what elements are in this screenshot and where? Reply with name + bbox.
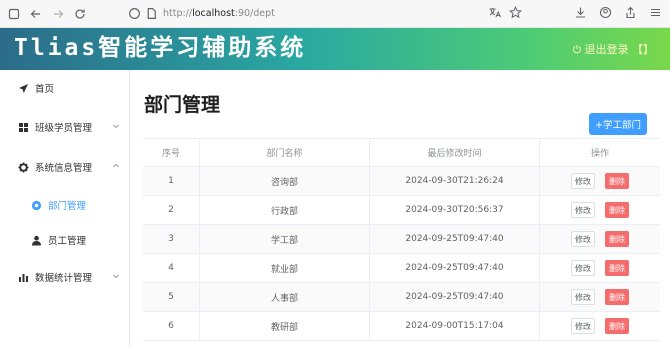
row-index: 3 bbox=[168, 234, 174, 244]
settings-circle-icon bbox=[30, 199, 42, 211]
row-department-name: 人事部 bbox=[199, 283, 369, 311]
column-header-name: 部门名称 bbox=[199, 139, 369, 166]
column-header-actions: 操作 bbox=[539, 139, 660, 166]
sidebar: 首页 班级学员管理 系统信息管理 部门管理 员工管理 数据统计管理 bbox=[0, 70, 130, 347]
url-path: :90/dept bbox=[234, 8, 275, 19]
row-updated-time: 2024-09-25T09:47:40 bbox=[369, 254, 539, 282]
row-index: 6 bbox=[168, 321, 174, 331]
address-bar[interactable]: http://localhost:90/dept bbox=[128, 4, 528, 23]
page-icon bbox=[145, 7, 158, 20]
forward-icon[interactable] bbox=[50, 6, 66, 22]
row-updated-time: 2024-09-30T21:26:24 bbox=[369, 167, 539, 195]
sidebar-item-label: 部门管理 bbox=[48, 201, 87, 212]
grid-icon bbox=[17, 121, 29, 133]
sidebar-item-home[interactable]: 首页 bbox=[0, 76, 130, 100]
send-icon bbox=[17, 82, 29, 94]
delete-button[interactable]: 删除 bbox=[605, 202, 629, 218]
delete-button[interactable]: 删除 bbox=[605, 318, 629, 334]
row-index: 4 bbox=[168, 263, 174, 273]
account-icon[interactable] bbox=[599, 6, 612, 19]
translate-icon[interactable] bbox=[488, 6, 501, 19]
app-title: Tlias智能学习辅助系统 bbox=[14, 35, 307, 61]
row-department-name: 咨询部 bbox=[199, 167, 369, 195]
sidebar-item-label: 班级学员管理 bbox=[35, 123, 93, 134]
edit-button[interactable]: 修改 bbox=[571, 231, 595, 247]
row-updated-time: 2024-09-25T09:47:40 bbox=[369, 225, 539, 253]
sidebar-item-system-info[interactable]: 系统信息管理 bbox=[0, 155, 130, 179]
sidebar-item-data-stats[interactable]: 数据统计管理 bbox=[0, 265, 130, 289]
reload-icon[interactable] bbox=[72, 6, 88, 22]
row-actions: 修改 删除 bbox=[539, 225, 660, 253]
row-actions: 修改 删除 bbox=[539, 283, 660, 311]
table-header-row: 序号 部门名称 最后修改时间 操作 bbox=[143, 139, 660, 167]
chevron-up-icon bbox=[113, 163, 119, 168]
row-updated-time: 2024-09-00T15:17:04 bbox=[369, 312, 539, 340]
url-host: localhost bbox=[192, 8, 235, 19]
row-actions: 修改 删除 bbox=[539, 167, 660, 195]
browser-toolbar: http://localhost:90/dept bbox=[0, 0, 670, 28]
bookmark-star-icon[interactable] bbox=[509, 6, 522, 19]
main-content: 部门管理 +学工部门 序号 部门名称 最后修改时间 操作 1 咨询部 2024-… bbox=[131, 70, 670, 347]
column-header-updated: 最后修改时间 bbox=[369, 139, 539, 166]
logout-label: 退出登录 【】 bbox=[584, 43, 655, 56]
sidebar-item-label: 数据统计管理 bbox=[35, 273, 93, 284]
row-index: 5 bbox=[168, 292, 174, 302]
table-row: 4 就业部 2024-09-25T09:47:40 修改 删除 bbox=[143, 254, 660, 283]
gear-icon bbox=[17, 161, 29, 173]
user-icon bbox=[30, 234, 42, 246]
row-department-name: 教研部 bbox=[199, 312, 369, 340]
table-row: 3 学工部 2024-09-25T09:47:40 修改 删除 bbox=[143, 225, 660, 254]
edit-button[interactable]: 修改 bbox=[571, 173, 595, 189]
row-updated-time: 2024-09-25T09:47:40 bbox=[369, 283, 539, 311]
sidebar-item-label: 首页 bbox=[35, 84, 55, 95]
table-row: 5 人事部 2024-09-25T09:47:40 修改 删除 bbox=[143, 283, 660, 312]
table-row: 1 咨询部 2024-09-30T21:26:24 修改 删除 bbox=[143, 167, 660, 196]
department-table: 序号 部门名称 最后修改时间 操作 1 咨询部 2024-09-30T21:26… bbox=[143, 138, 660, 341]
menu-icon[interactable] bbox=[649, 6, 662, 19]
row-department-name: 就业部 bbox=[199, 254, 369, 282]
back-icon[interactable] bbox=[28, 6, 44, 22]
edit-button[interactable]: 修改 bbox=[571, 260, 595, 276]
sidebar-item-label: 系统信息管理 bbox=[35, 163, 93, 174]
delete-button[interactable]: 删除 bbox=[605, 260, 629, 276]
sidebar-item-label: 员工管理 bbox=[48, 236, 87, 247]
delete-button[interactable]: 删除 bbox=[605, 231, 629, 247]
bar-chart-icon bbox=[17, 271, 29, 283]
table-row: 6 教研部 2024-09-00T15:17:04 修改 删除 bbox=[143, 312, 660, 341]
edit-button[interactable]: 修改 bbox=[571, 289, 595, 305]
edit-button[interactable]: 修改 bbox=[571, 202, 595, 218]
share-icon[interactable] bbox=[624, 6, 637, 19]
tab-overview-icon[interactable] bbox=[6, 6, 22, 22]
sidebar-item-class-students[interactable]: 班级学员管理 bbox=[0, 115, 130, 139]
row-actions: 修改 删除 bbox=[539, 254, 660, 282]
info-icon[interactable] bbox=[128, 7, 141, 20]
row-actions: 修改 删除 bbox=[539, 196, 660, 224]
delete-button[interactable]: 删除 bbox=[605, 173, 629, 189]
url-prefix: http:// bbox=[163, 8, 193, 19]
column-header-index: 序号 bbox=[161, 149, 180, 159]
logout-button[interactable]: 退出登录 【】 bbox=[572, 41, 655, 57]
row-department-name: 行政部 bbox=[199, 196, 369, 224]
row-department-name: 学工部 bbox=[199, 225, 369, 253]
download-icon[interactable] bbox=[574, 6, 587, 19]
chevron-down-icon bbox=[113, 124, 119, 129]
edit-button[interactable]: 修改 bbox=[571, 318, 595, 334]
chevron-down-icon bbox=[113, 274, 119, 279]
power-icon bbox=[572, 45, 581, 54]
delete-button[interactable]: 删除 bbox=[605, 289, 629, 305]
app-header: Tlias智能学习辅助系统 退出登录 【】 bbox=[0, 28, 670, 70]
row-actions: 修改 删除 bbox=[539, 312, 660, 340]
row-index: 2 bbox=[168, 205, 174, 215]
table-row: 2 行政部 2024-09-30T20:56:37 修改 删除 bbox=[143, 196, 660, 225]
sidebar-item-department[interactable]: 部门管理 bbox=[0, 193, 130, 217]
sidebar-item-employee[interactable]: 员工管理 bbox=[0, 228, 130, 252]
row-index: 1 bbox=[168, 176, 174, 186]
row-updated-time: 2024-09-30T20:56:37 bbox=[369, 196, 539, 224]
page-title: 部门管理 bbox=[144, 94, 221, 116]
add-department-button[interactable]: +学工部门 bbox=[589, 113, 647, 135]
